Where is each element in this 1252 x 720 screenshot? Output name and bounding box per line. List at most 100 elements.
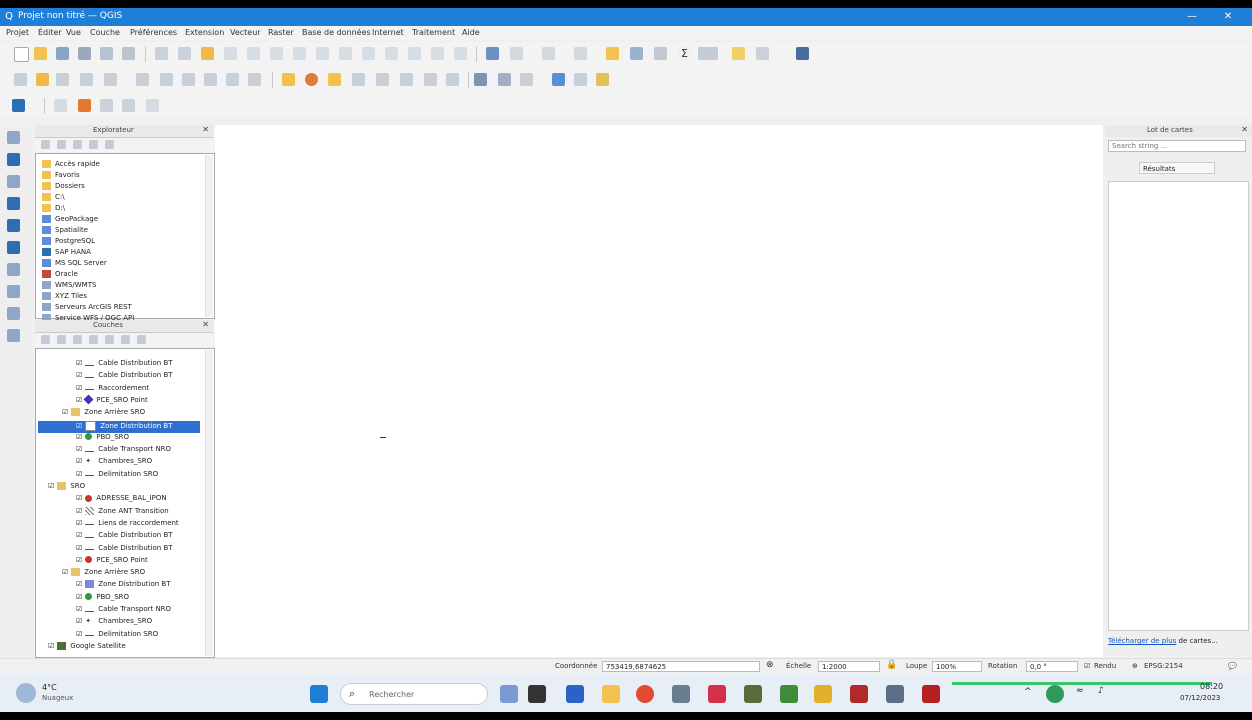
pin-label-icon[interactable] <box>328 73 341 86</box>
add-wms-icon[interactable] <box>7 285 20 298</box>
close-button[interactable]: ✕ <box>1222 11 1234 23</box>
results-tab[interactable]: Résultats <box>1139 162 1215 174</box>
layer-item[interactable]: ☑ Delimitation SRO <box>38 630 200 642</box>
zoom-native-icon[interactable] <box>339 47 352 60</box>
qgis-taskbar-icon[interactable] <box>780 685 798 703</box>
search-plugin-icon[interactable] <box>122 99 135 112</box>
zoom-to-selection-icon[interactable] <box>293 47 306 60</box>
layer-item[interactable]: ☑ Raccordement <box>38 384 200 396</box>
layout-manager-icon[interactable] <box>122 47 135 60</box>
layer-visibility-checkbox[interactable]: ☑ <box>76 384 82 392</box>
menu-raster[interactable]: Raster <box>268 28 294 37</box>
modify-attributes-icon[interactable] <box>160 73 173 86</box>
add-postgis-icon[interactable] <box>7 263 20 276</box>
open-styling-icon[interactable] <box>41 335 50 344</box>
georeferencer-icon[interactable] <box>54 99 67 112</box>
layer-visibility-checkbox[interactable]: ☑ <box>76 470 82 478</box>
copilot-icon[interactable] <box>500 685 518 703</box>
layer-item[interactable]: ☑ Liens de raccordement <box>38 519 200 531</box>
layer-item[interactable]: ☑ Cable Transport NRO <box>38 445 200 457</box>
layer-item[interactable]: ☑ Cable Distribution BT <box>38 544 200 556</box>
messages-icon[interactable]: 💬 <box>1228 662 1237 670</box>
layer-visibility-checkbox[interactable]: ☑ <box>76 630 82 638</box>
layer-visibility-checkbox[interactable]: ☑ <box>76 556 82 564</box>
acrobat-icon[interactable] <box>850 685 868 703</box>
filter-icon[interactable] <box>73 140 82 149</box>
plugin-manager-icon[interactable] <box>12 99 25 112</box>
run-action-icon[interactable] <box>510 47 523 60</box>
menu-aide[interactable]: Aide <box>462 28 480 37</box>
layer-item[interactable]: ☑ PCE_SRO Point <box>38 394 200 408</box>
refresh-icon[interactable] <box>41 140 50 149</box>
browser-scrollbar[interactable] <box>205 155 213 317</box>
layer-visibility-checkbox[interactable]: ☑ <box>76 580 82 588</box>
menu-internet[interactable]: Internet <box>372 28 404 37</box>
map-canvas[interactable] <box>215 125 1103 657</box>
properties-icon[interactable] <box>105 140 114 149</box>
minimize-button[interactable]: — <box>1186 11 1198 23</box>
zoom-in-icon[interactable] <box>201 47 214 60</box>
layer-visibility-checkbox[interactable]: ☑ <box>76 531 82 539</box>
refresh-icon[interactable] <box>454 47 467 60</box>
save-project-icon[interactable] <box>56 47 69 60</box>
select-by-value-icon[interactable] <box>574 47 587 60</box>
add-layer-icon[interactable] <box>57 140 66 149</box>
delete-selected-icon[interactable] <box>182 73 195 86</box>
rotation-field[interactable]: 0,0 ° <box>1026 661 1078 672</box>
layer-item[interactable]: ☑ PBO_SRO <box>38 433 200 445</box>
vertex-tool-icon[interactable] <box>136 73 149 86</box>
menu-couche[interactable]: Couche <box>90 28 120 37</box>
remove-layer-icon[interactable] <box>137 335 146 344</box>
clock-time[interactable]: 08:20 <box>1200 682 1223 691</box>
search-input[interactable] <box>1108 140 1246 152</box>
save-edits-icon[interactable] <box>56 73 69 86</box>
zoom-next-icon[interactable] <box>385 47 398 60</box>
app-red-icon[interactable] <box>922 685 940 703</box>
layer-item[interactable]: ☑ Cable Distribution BT <box>38 359 200 371</box>
layer-visibility-checkbox[interactable]: ☑ <box>76 519 82 527</box>
layer-item[interactable]: ☑ ADRESSE_BAL_IPON <box>38 494 200 506</box>
layer-item[interactable]: ☑ SRO <box>38 482 200 494</box>
layer-visibility-checkbox[interactable]: ☑ <box>76 457 82 465</box>
access-icon[interactable] <box>708 685 726 703</box>
current-edits-icon[interactable] <box>14 73 27 86</box>
add-delimited-text-icon[interactable] <box>7 219 20 232</box>
expand-all-icon[interactable] <box>105 335 114 344</box>
menu-vue[interactable]: Vue <box>66 28 81 37</box>
diagram-tool-icon[interactable] <box>305 73 318 86</box>
map-tips-icon[interactable] <box>732 47 745 60</box>
quickmapservices-icon[interactable] <box>100 99 113 112</box>
start-windows-icon[interactable] <box>310 685 328 703</box>
layer-item[interactable]: ☑ Zone ANT Transition <box>38 506 200 519</box>
measure-line-icon[interactable] <box>698 47 718 60</box>
layer-item[interactable]: ☑ ✦ Chambres_SRO <box>38 617 200 629</box>
new-shapefile-icon[interactable] <box>7 329 20 342</box>
toggle-extents-icon[interactable]: ⊗ <box>766 660 774 670</box>
add-feature-icon[interactable] <box>80 73 93 86</box>
layer-item[interactable]: ☑ Delimitation SRO <box>38 470 200 482</box>
deselect-icon[interactable] <box>606 47 619 60</box>
menu-vecteur[interactable]: Vecteur <box>230 28 261 37</box>
magnifier-field[interactable]: 100% <box>932 661 982 672</box>
app-icon[interactable] <box>672 685 690 703</box>
processing-toolbox-icon[interactable] <box>552 73 565 86</box>
close-panel-icon[interactable]: ✕ <box>202 320 209 329</box>
layer-item[interactable]: ☑ Zone Distribution BT <box>38 420 200 433</box>
topological-editing-icon[interactable] <box>520 73 533 86</box>
manage-visibility-icon[interactable] <box>73 335 82 344</box>
change-label-icon[interactable] <box>424 73 437 86</box>
show-labels-icon[interactable] <box>352 73 365 86</box>
crs-label[interactable]: EPSG:2154 <box>1144 662 1183 670</box>
close-panel-icon[interactable]: ✕ <box>202 125 209 134</box>
pan-to-selection-icon[interactable] <box>178 47 191 60</box>
layer-visibility-checkbox[interactable]: ☑ <box>76 422 82 430</box>
text-annotation-icon[interactable] <box>756 47 769 60</box>
menu-preferences[interactable]: Préférences <box>130 28 177 37</box>
collapse-all-icon[interactable] <box>121 335 130 344</box>
layer-visibility-checkbox[interactable]: ☑ <box>76 605 82 613</box>
weather-icon[interactable] <box>16 683 36 703</box>
add-raster-layer-icon[interactable] <box>7 175 20 188</box>
attribute-table-icon[interactable] <box>630 47 643 60</box>
layer-item[interactable]: ☑ ✦ Chambres_SRO <box>38 457 200 469</box>
coordinate-field[interactable]: 753419,6874625 <box>602 661 760 672</box>
